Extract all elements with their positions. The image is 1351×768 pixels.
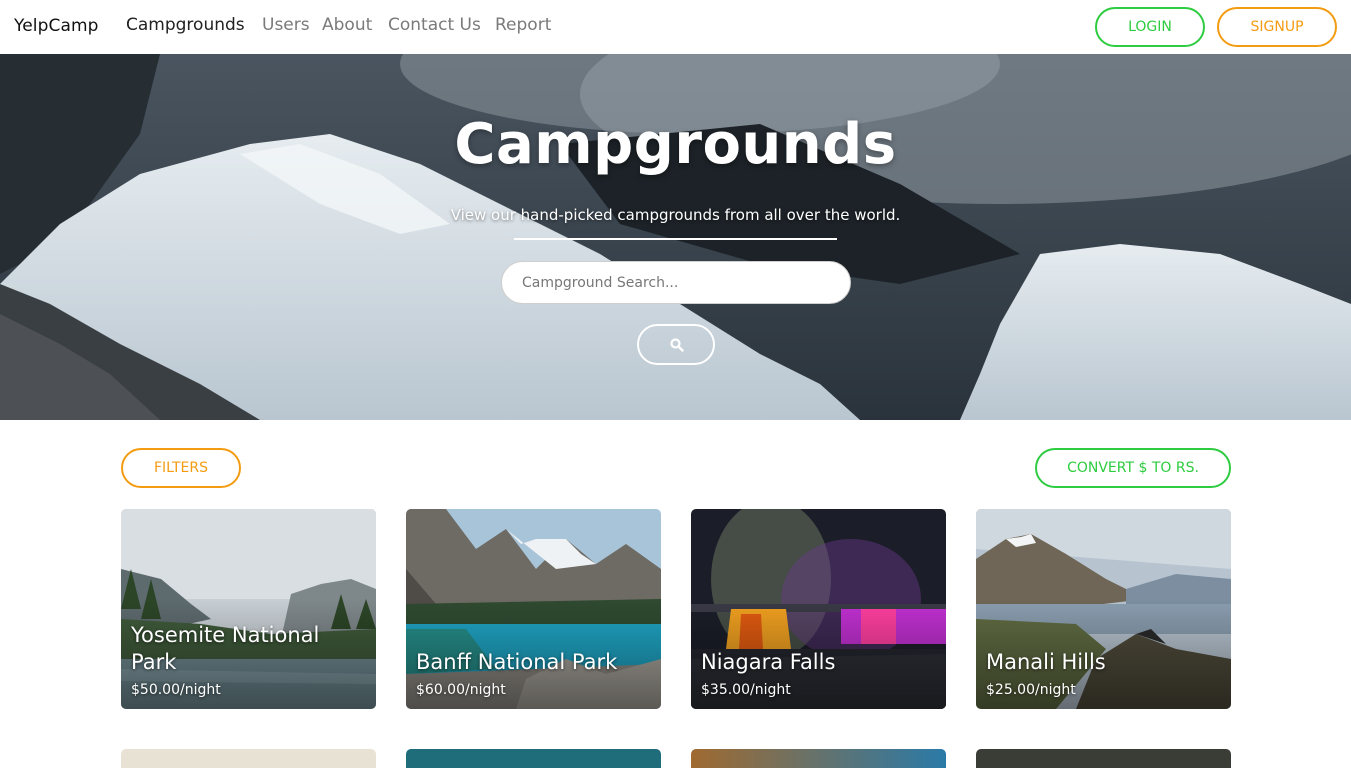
hero-background-image — [0, 54, 1351, 420]
hero-subtitle: View our hand-picked campgrounds from al… — [450, 206, 901, 224]
campground-name: Yosemite National Park — [131, 623, 320, 674]
campground-card-partial[interactable] — [691, 749, 946, 768]
campground-search-input[interactable] — [501, 261, 851, 304]
campground-price: $25.00/night — [986, 682, 1076, 698]
hero-divider — [514, 238, 837, 240]
campground-price: $35.00/night — [701, 682, 791, 698]
search-button[interactable] — [637, 324, 715, 365]
campground-name: Manali Hills — [986, 650, 1106, 674]
hero-title: Campgrounds — [454, 112, 897, 177]
nav-link-contact-us[interactable]: Contact Us — [388, 15, 481, 35]
nav-link-campgrounds[interactable]: Campgrounds — [126, 15, 245, 35]
search-icon — [670, 338, 684, 352]
signup-button[interactable]: SIGNUP — [1217, 7, 1337, 47]
nav-link-about[interactable]: About — [322, 15, 372, 35]
nav-link-users[interactable]: Users — [262, 15, 310, 35]
campground-card[interactable]: Niagara Falls $35.00/night — [691, 509, 946, 709]
campground-name: Banff National Park — [416, 650, 618, 674]
nav-link-report[interactable]: Report — [495, 15, 551, 35]
brand-logo[interactable]: YelpCamp — [14, 16, 99, 36]
filters-button[interactable]: FILTERS — [121, 448, 241, 488]
campground-card[interactable]: Manali Hills $25.00/night — [976, 509, 1231, 709]
campground-price: $60.00/night — [416, 682, 506, 698]
campground-card-partial[interactable] — [406, 749, 661, 768]
login-button[interactable]: LOGIN — [1095, 7, 1205, 47]
campground-card[interactable]: Yosemite National Park $50.00/night — [121, 509, 376, 709]
campground-card[interactable]: Banff National Park $60.00/night — [406, 509, 661, 709]
navbar: YelpCamp Campgrounds Users About Contact… — [0, 0, 1351, 54]
campground-card-partial[interactable] — [976, 749, 1231, 768]
campground-card-partial[interactable] — [121, 749, 376, 768]
hero-banner: Campgrounds View our hand-picked campgro… — [0, 54, 1351, 420]
campground-name: Niagara Falls — [701, 650, 836, 674]
campground-price: $50.00/night — [131, 682, 221, 698]
convert-currency-button[interactable]: CONVERT $ TO RS. — [1035, 448, 1231, 488]
